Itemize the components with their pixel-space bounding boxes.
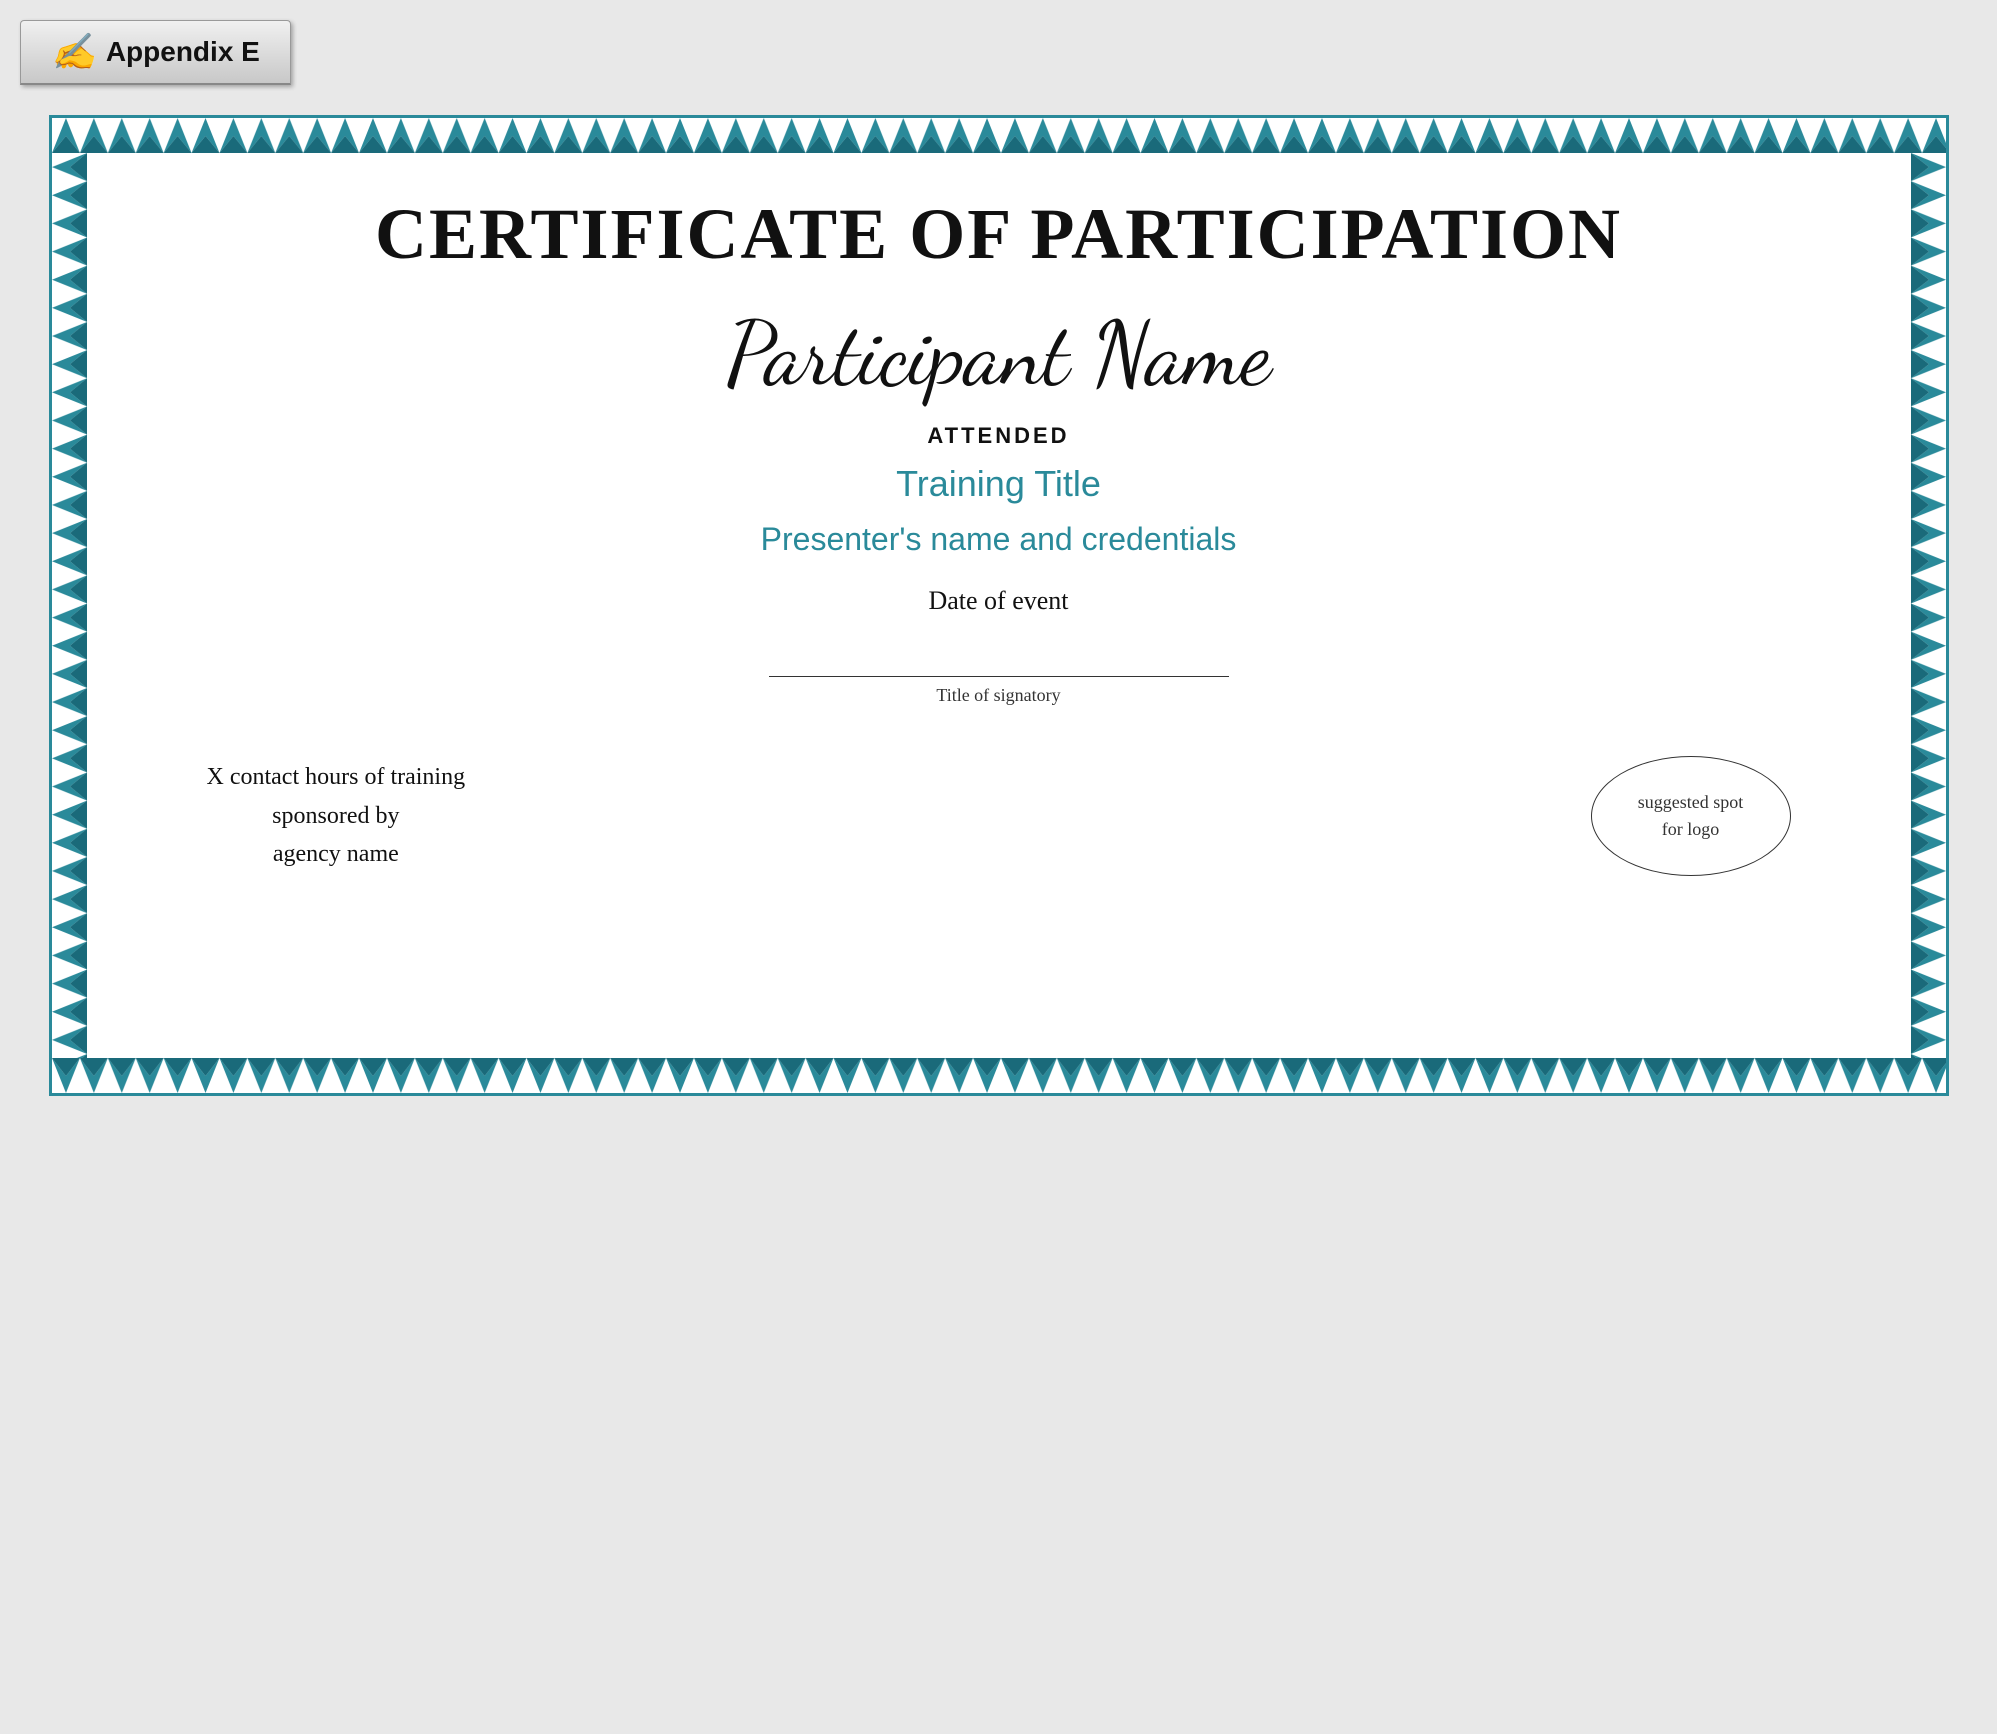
- left-border: [52, 153, 87, 1058]
- certificate-title: Certificate of Participation: [167, 193, 1831, 276]
- contact-hours-line1: X contact hours of training: [207, 764, 466, 790]
- contact-hours: X contact hours of training sponsored by…: [207, 758, 466, 873]
- certificate-outer: Certificate of Participation Participant…: [49, 115, 1949, 1096]
- signature-line: [769, 676, 1229, 677]
- contact-hours-line3: agency name: [273, 841, 399, 867]
- signature-area: Title of signatory: [167, 676, 1831, 706]
- right-border: [1911, 153, 1946, 1058]
- logo-spot-text: suggested spot for logo: [1638, 789, 1744, 843]
- contact-hours-line2: sponsored by: [272, 803, 399, 829]
- appendix-label: Appendix E: [106, 36, 260, 68]
- presenter-name: Presenter's name and credentials: [167, 521, 1831, 558]
- appendix-icon: ✍: [51, 31, 96, 73]
- appendix-tab: ✍ Appendix E: [20, 20, 291, 85]
- date-of-event: Date of event: [167, 586, 1831, 616]
- training-title: Training Title: [167, 463, 1831, 505]
- bottom-border: [52, 1058, 1946, 1093]
- bottom-row: X contact hours of training sponsored by…: [167, 756, 1831, 876]
- certificate-sides: Certificate of Participation Participant…: [52, 153, 1946, 1058]
- certificate-wrapper: Certificate of Participation Participant…: [49, 115, 1949, 1096]
- participant-name: Participant Name: [167, 306, 1831, 403]
- certificate-content: Certificate of Participation Participant…: [87, 153, 1911, 1058]
- attended-label: ATTENDED: [167, 423, 1831, 449]
- signature-label: Title of signatory: [936, 685, 1060, 706]
- top-border: [52, 118, 1946, 153]
- logo-spot: suggested spot for logo: [1591, 756, 1791, 876]
